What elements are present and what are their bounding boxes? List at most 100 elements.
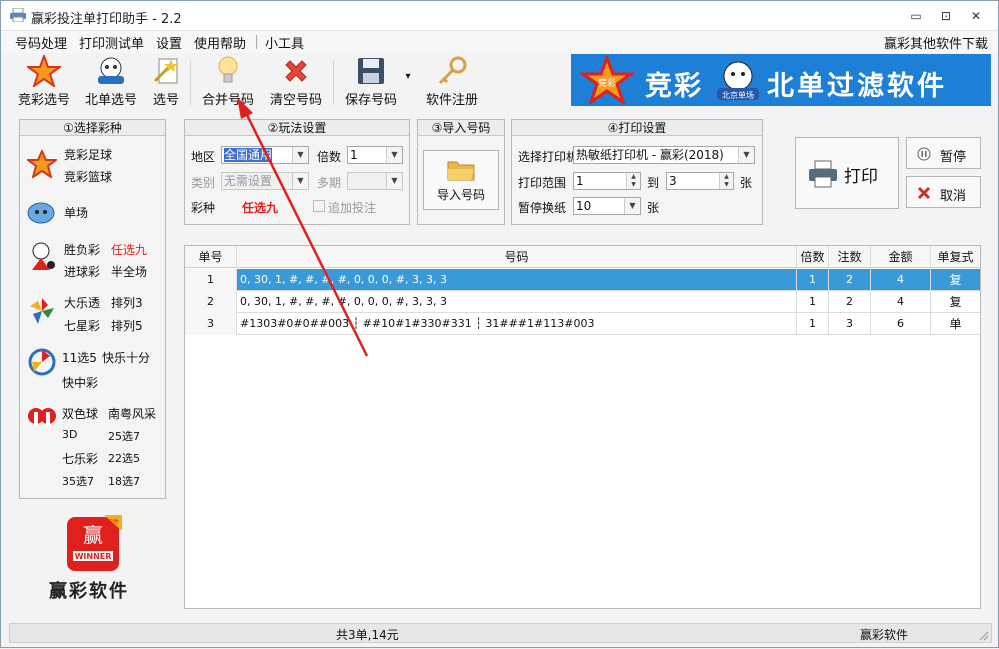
table-row[interactable]: 2 0, 30, 1, #, #, #, #, 0, 0, 0, #, 3, 3… (185, 291, 980, 313)
pause-label: 暂停换纸 (518, 201, 567, 215)
banner-jingcai-text: 竞彩 (645, 71, 703, 102)
lottery-3d[interactable]: 3D (62, 428, 77, 441)
brand-name: 赢彩软件 (49, 581, 129, 602)
menu-number-processing[interactable]: 号码处理 (15, 33, 67, 52)
lottery-jinqiucai[interactable]: 进球彩 (64, 263, 100, 280)
window-title: 赢彩投注单打印助手 - 2.2 (31, 12, 182, 27)
lottery-25x7[interactable]: 25选7 (108, 428, 140, 444)
resize-grip-icon[interactable] (977, 629, 989, 641)
folder-icon (447, 161, 475, 181)
lottery-kuaizhongcai[interactable]: 快中彩 (62, 374, 98, 391)
menu-print-test[interactable]: 打印测试单 (79, 33, 144, 52)
column-header[interactable]: 金额 (871, 246, 931, 268)
printer-select[interactable]: 热敏纸打印机 - 赢彩(2018) ▼ (573, 146, 755, 164)
lottery-nanyue[interactable]: 南粤风采 (108, 405, 156, 422)
restore-button[interactable]: ⊡ (935, 7, 957, 25)
cancel-button[interactable]: 取消 (906, 176, 981, 208)
lottery-kuaile10[interactable]: 快乐十分 (102, 349, 150, 366)
menu-other-software-download[interactable]: 赢彩其他软件下载 (884, 33, 988, 52)
save-numbers-button[interactable]: 保存号码 (341, 55, 401, 108)
column-header[interactable]: 注数 (829, 246, 871, 268)
lottery-22x5[interactable]: 22选5 (108, 450, 140, 466)
multiplier-label: 倍数 (317, 150, 342, 164)
kind-value: 任选九 (242, 201, 279, 215)
pause-icon (917, 147, 931, 161)
column-header[interactable]: 倍数 (797, 246, 829, 268)
minimize-button[interactable]: ▭ (905, 7, 927, 25)
app-window: 赢彩投注单打印助手 - 2.2 ▭ ⊡ ✕ 号码处理 打印测试单 设置 使用帮助… (0, 0, 999, 648)
range-to-spinner[interactable]: 3 ▲ ▼ (666, 172, 734, 190)
lottery-daletou[interactable]: 大乐透 (64, 294, 100, 311)
row-type: 单 (949, 317, 962, 331)
gaopin-pinwheel-icon (28, 348, 56, 376)
add-bet-checkbox[interactable] (313, 200, 325, 212)
spinner-arrows-icon[interactable]: ▲ ▼ (626, 173, 640, 189)
lottery-18x7[interactable]: 18选7 (108, 473, 140, 489)
save-dropdown-arrow[interactable]: ▾ (403, 71, 413, 82)
spinner-arrows-icon[interactable]: ▲ ▼ (719, 173, 733, 189)
menu-help[interactable]: 使用帮助 (194, 33, 246, 52)
lottery-11x5[interactable]: 11选5 (62, 349, 97, 366)
import-panel-title: ③导入号码 (418, 120, 504, 136)
lightbulb-icon (218, 56, 238, 83)
multiplier-select[interactable]: 1 ▼ (347, 146, 403, 164)
type-select[interactable]: 无需设置 ▼ (221, 172, 309, 190)
lottery-renxuan9[interactable]: 任选九 (111, 241, 147, 258)
close-button[interactable]: ✕ (965, 7, 987, 25)
jingcai-star-icon (27, 150, 57, 178)
row-amount: 4 (871, 269, 931, 291)
row-multiplier: 1 (797, 269, 829, 291)
play-settings-panel: ②玩法设置 地区 全国通用 ▼ 倍数 1 ▼ 类别 无需设置 ▼ 多期 ▼ 彩种 任选… (184, 119, 410, 225)
merge-numbers-button[interactable]: 合并号码 (198, 55, 258, 108)
region-select[interactable]: 全国通用 ▼ (221, 146, 309, 164)
period-select[interactable]: ▼ (347, 172, 403, 190)
column-header[interactable]: 单复式 (931, 246, 980, 268)
import-numbers-button[interactable]: 导入号码 (423, 150, 499, 210)
print-panel-title: ④打印设置 (512, 120, 762, 136)
svg-text:竞彩: 竞彩 (598, 77, 616, 89)
toolbar-separator (190, 61, 191, 105)
chevron-down-icon: ▼ (292, 173, 308, 189)
column-header[interactable]: 号码 (237, 246, 797, 268)
beidan-select-button[interactable]: 北单选号 (81, 55, 141, 108)
menu-separator (256, 35, 257, 49)
lottery-jclq[interactable]: 竞彩篮球 (64, 168, 112, 185)
row-bets: 2 (829, 291, 871, 313)
row-number: 2 (185, 291, 237, 313)
lottery-pailie5[interactable]: 排列5 (111, 317, 143, 334)
lottery-banquanchang[interactable]: 半全场 (111, 263, 147, 280)
range-label: 打印范围 (518, 176, 567, 190)
row-code: #1303#0#0##003 ┆ ##10#1#330#331 ┆ 31###1… (237, 313, 797, 335)
daletou-pinwheel-icon (30, 298, 54, 324)
chevron-down-icon: ▼ (386, 147, 402, 163)
lottery-qilecai[interactable]: 七乐彩 (62, 450, 98, 467)
pause-interval-select[interactable]: 10 ▼ (573, 197, 641, 215)
lottery-danchang[interactable]: 单场 (64, 204, 88, 221)
menu-tools[interactable]: 小工具 (265, 33, 304, 52)
winner-logo-icon: 赢 软件 WINNER (67, 515, 122, 571)
jingcai-select-button[interactable]: 竞彩选号 (15, 55, 73, 108)
row-amount: 4 (871, 291, 931, 313)
range-unit: 张 (740, 176, 753, 190)
chevron-down-icon: ▼ (624, 198, 640, 214)
lottery-pailie3[interactable]: 排列3 (111, 294, 143, 311)
range-from-spinner[interactable]: 1 ▲ ▼ (573, 172, 641, 190)
row-amount: 6 (871, 313, 931, 335)
lottery-jczq[interactable]: 竞彩足球 (64, 146, 112, 163)
lottery-35x7[interactable]: 35选7 (62, 473, 94, 489)
pause-button[interactable]: 暂停 (906, 137, 981, 169)
table-row[interactable]: 1 0, 30, 1, #, #, #, #, 0, 0, 0, #, 3, 3… (185, 269, 980, 291)
lottery-shengfucai[interactable]: 胜负彩 (64, 241, 100, 258)
menu-settings[interactable]: 设置 (156, 33, 182, 52)
column-header[interactable]: 单号 (185, 246, 237, 268)
register-software-button[interactable]: 软件注册 (421, 55, 483, 108)
row-code: 0, 30, 1, #, #, #, #, 0, 0, 0, #, 3, 3, … (237, 291, 797, 313)
table-row[interactable]: 3 #1303#0#0##003 ┆ ##10#1#330#331 ┆ 31##… (185, 313, 980, 335)
lottery-qixingcai[interactable]: 七星彩 (64, 317, 100, 334)
fucai-logo-icon (28, 408, 56, 426)
print-button[interactable]: 打印 (795, 137, 899, 209)
lottery-shuangseqiu[interactable]: 双色球 (62, 405, 98, 422)
select-number-button[interactable]: 选号 (148, 55, 184, 108)
clear-numbers-button[interactable]: 清空号码 (266, 55, 326, 108)
ad-banner[interactable]: 竞彩 竞彩 北京单场 北单过滤软件 (571, 54, 991, 106)
